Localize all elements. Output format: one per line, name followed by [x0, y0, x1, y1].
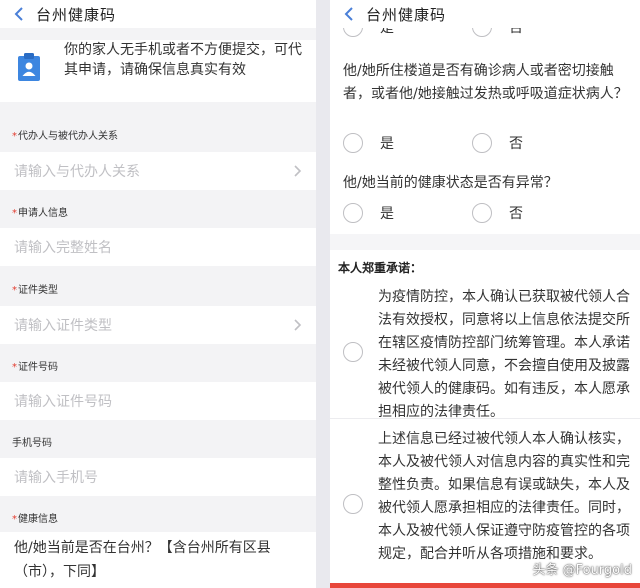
id-type-label: *证件类型 [12, 281, 58, 296]
pledge2-radio[interactable] [343, 494, 363, 514]
health-yes-label[interactable]: 是 [380, 203, 394, 223]
phone-placeholder: 请输入手机号 [14, 470, 98, 486]
pledge1-radio[interactable] [343, 342, 363, 362]
relation-label-text: 代办人与被代办人关系 [18, 131, 118, 142]
relation-label: *代办人与被代办人关系 [12, 127, 118, 142]
name-input[interactable]: 请输入完整姓名 [0, 228, 316, 266]
right-screen: 台州健康码 是 否 他/她所住楼道是否有确诊病人或者密切接触者，或者他/她接触过… [330, 0, 640, 588]
proxy-notice: 你的家人无手机或者不方便提交，可代其申请，请确保信息真实有效 [0, 40, 316, 102]
health-radio-group: 是 否 [343, 202, 523, 224]
pledge1-text: 为疫情防控，本人确认已获取被代领人合法有效授权，同意将以上信息依法提交所在辖区疫… [378, 289, 630, 420]
applicant-label-text: 申请人信息 [18, 208, 68, 219]
clipboard-user-icon [18, 53, 40, 81]
prev-no-radio[interactable] [472, 28, 492, 37]
health-info-label: *健康信息 [12, 510, 58, 525]
contact-no-label[interactable]: 否 [509, 133, 523, 153]
pledge-title: 本人郑重承诺： [338, 261, 423, 275]
required-mark: * [12, 285, 17, 296]
id-number-input[interactable]: 请输入证件号码 [0, 382, 316, 420]
health-no-radio[interactable] [472, 203, 492, 223]
notice-text: 你的家人无手机或者不方便提交，可代其申请，请确保信息真实有效 [64, 42, 302, 78]
contact-yes-radio[interactable] [343, 133, 363, 153]
required-mark: * [12, 208, 17, 219]
back-button[interactable] [8, 3, 30, 25]
prev-answer-row: 是 否 [330, 28, 640, 40]
pledge-item-1[interactable]: 为疫情防控，本人确认已获取被代领人合法有效授权，同意将以上信息依法提交所在辖区疫… [330, 282, 640, 422]
location-question: 他/她当前是否在台州？【含台州所有区县（市），下同】 [14, 540, 271, 580]
applicant-label: *申请人信息 [12, 204, 68, 219]
prev-radio-group: 是 否 [343, 28, 523, 38]
phone-label-text: 手机号码 [12, 438, 52, 449]
id-type-select[interactable]: 请输入证件类型 [0, 306, 316, 344]
page-title: 台州健康码 [36, 5, 117, 24]
submit-button-edge[interactable] [330, 583, 640, 588]
required-mark: * [12, 362, 17, 373]
back-button[interactable] [338, 3, 360, 25]
section-gap [0, 28, 316, 40]
pledge2-text: 上述信息已经过被代领人本人确认核实，本人及被代领人对信息内容的真实性和完整性负责… [378, 431, 630, 562]
chevron-right-icon [294, 165, 302, 177]
contact-no-radio[interactable] [472, 133, 492, 153]
id-type-placeholder: 请输入证件类型 [14, 318, 112, 334]
id-number-label-text: 证件号码 [18, 362, 58, 373]
contact-yes-label[interactable]: 是 [380, 133, 394, 153]
chevron-left-icon [14, 7, 23, 21]
watermark: 头条 @Fourgold [532, 563, 632, 578]
required-mark: * [12, 514, 17, 525]
section-gap [330, 234, 640, 250]
relation-placeholder: 请输入与代办人关系 [14, 164, 140, 180]
id-number-placeholder: 请输入证件号码 [14, 394, 112, 410]
health-yes-radio[interactable] [343, 203, 363, 223]
section-gap [0, 102, 316, 116]
screenshot-divider [316, 0, 330, 588]
contact-question: 他/她所住楼道是否有确诊病人或者密切接触者，或者他/她接触过发热或呼吸道症状病人… [343, 63, 628, 102]
required-mark: * [12, 131, 17, 142]
divider-line [330, 418, 640, 419]
prev-yes-radio[interactable] [343, 28, 363, 37]
health-no-label[interactable]: 否 [509, 203, 523, 223]
phone-input[interactable]: 请输入手机号 [0, 458, 316, 496]
page-title: 台州健康码 [366, 5, 447, 24]
id-number-label: *证件号码 [12, 358, 58, 373]
nav-bar: 台州健康码 [330, 0, 640, 28]
relation-input[interactable]: 请输入与代办人关系 [0, 152, 316, 190]
prev-yes-label[interactable]: 是 [380, 28, 394, 37]
left-screen: 台州健康码 你的家人无手机或者不方便提交，可代其申请，请确保信息真实有效 *代办… [0, 0, 316, 588]
prev-no-label[interactable]: 否 [509, 28, 523, 37]
chevron-right-icon [294, 319, 302, 331]
nav-bar: 台州健康码 [0, 0, 316, 28]
health-status-question: 他/她当前的健康状态是否有异常？ [343, 175, 558, 191]
health-info-label-text: 健康信息 [18, 514, 58, 525]
name-placeholder: 请输入完整姓名 [14, 240, 112, 256]
id-type-label-text: 证件类型 [18, 285, 58, 296]
phone-label: 手机号码 [12, 434, 52, 449]
chevron-left-icon [344, 7, 353, 21]
contact-radio-group: 是 否 [343, 132, 523, 154]
